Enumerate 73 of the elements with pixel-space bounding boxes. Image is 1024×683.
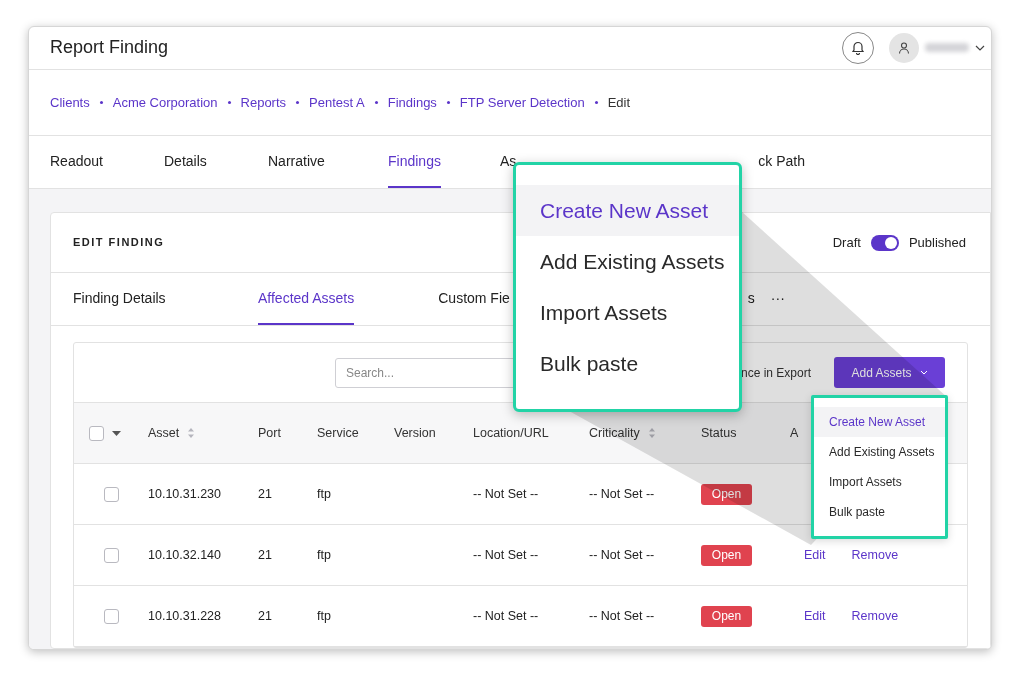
table-cell-text: ftp xyxy=(317,485,332,503)
breadcrumb-link[interactable]: Findings xyxy=(387,92,437,113)
checkbox[interactable] xyxy=(104,608,119,624)
tab[interactable]: Affected Assets xyxy=(258,273,355,325)
action-link[interactable]: Remove xyxy=(851,545,899,565)
tab[interactable]: ··· xyxy=(770,273,785,325)
publish-toggle[interactable] xyxy=(870,234,899,251)
page-title: Report Finding xyxy=(50,36,169,60)
menu-item[interactable]: Add Existing Assets xyxy=(814,437,945,467)
column-header: Port xyxy=(258,424,281,442)
sort-icon xyxy=(647,427,656,439)
tab[interactable]: Details xyxy=(164,136,268,188)
breadcrumb-link[interactable]: FTP Server Detection xyxy=(459,92,585,113)
table-cell-text: 21 xyxy=(258,607,273,625)
action-link[interactable]: Edit xyxy=(804,545,826,565)
toggle-label: Published xyxy=(908,233,966,252)
table-cell-text: -- Not Set -- xyxy=(589,485,656,503)
column-header: Location/URL xyxy=(473,424,549,442)
table-cell-text: 21 xyxy=(258,546,273,564)
breadcrumb-link[interactable]: Pentest A xyxy=(309,92,365,113)
column-header: Service xyxy=(317,424,359,442)
breadcrumb-link[interactable]: Acme Corporation xyxy=(112,92,218,113)
table-cell-text: -- Not Set -- xyxy=(589,546,656,564)
column-header: A xyxy=(790,424,799,442)
checkbox[interactable] xyxy=(104,486,119,502)
status-badge: Open xyxy=(701,544,752,566)
user-icon xyxy=(898,41,910,54)
menu-item[interactable]: Add Existing Assets xyxy=(516,236,739,287)
chevron-down-icon[interactable] xyxy=(975,44,985,51)
column-header: Version xyxy=(394,424,436,442)
menu-item[interactable]: Import Assets xyxy=(516,287,739,338)
table-cell-text: 21 xyxy=(258,485,273,503)
menu-item[interactable]: Import Assets xyxy=(814,467,945,497)
table-cell-text: 10.10.31.230 xyxy=(148,485,222,503)
menu-item[interactable]: Create New Asset xyxy=(516,185,739,236)
blurred-user-name xyxy=(925,43,969,53)
menu-item[interactable]: Bulk paste xyxy=(814,497,945,527)
avatar[interactable] xyxy=(889,32,919,63)
tab[interactable]: ck Path xyxy=(758,136,805,188)
toggle-label: Draft xyxy=(832,233,861,252)
tab[interactable]: Readout xyxy=(50,136,164,188)
caret-down-icon[interactable] xyxy=(112,430,121,436)
sortable-column-header[interactable]: Asset xyxy=(148,423,196,443)
breadcrumb-link[interactable]: Reports xyxy=(240,92,287,113)
checkbox[interactable] xyxy=(104,547,119,563)
tab[interactable]: Finding Details xyxy=(73,273,258,325)
status-badge: Open xyxy=(701,483,752,505)
export-label: nce in Export xyxy=(741,364,812,382)
table-cell-text: -- Not Set -- xyxy=(473,546,540,564)
table-cell-text: -- Not Set -- xyxy=(473,485,540,503)
table-cell-text: 10.10.31.228 xyxy=(148,607,222,625)
table-cell-text: -- Not Set -- xyxy=(589,607,656,625)
table-cell-text: 10.10.32.140 xyxy=(148,546,222,564)
tab[interactable]: As xyxy=(499,136,517,188)
action-link[interactable]: Edit xyxy=(804,606,826,626)
chevron-down-icon xyxy=(919,370,928,375)
tab[interactable]: Narrative xyxy=(268,136,388,188)
menu-item[interactable]: Create New Asset xyxy=(814,407,945,437)
tab[interactable]: s xyxy=(747,273,755,325)
column-header: Status xyxy=(701,424,737,442)
table-cell-text: -- Not Set -- xyxy=(473,607,540,625)
table-cell-text: ftp xyxy=(317,546,332,564)
panel-title: EDIT FINDING xyxy=(73,235,165,251)
breadcrumb-current: Edit xyxy=(607,93,631,112)
status-badge: Open xyxy=(701,605,752,627)
breadcrumb-link[interactable]: Clients xyxy=(50,92,90,113)
add-assets-button[interactable]: Add Assets xyxy=(834,357,945,388)
tab[interactable]: Custom Fie xyxy=(438,273,510,325)
table-cell-text: ftp xyxy=(317,607,332,625)
checkbox[interactable] xyxy=(89,425,104,441)
bell-icon xyxy=(851,40,865,56)
action-link[interactable]: Remove xyxy=(851,606,899,626)
sort-icon xyxy=(187,427,196,439)
